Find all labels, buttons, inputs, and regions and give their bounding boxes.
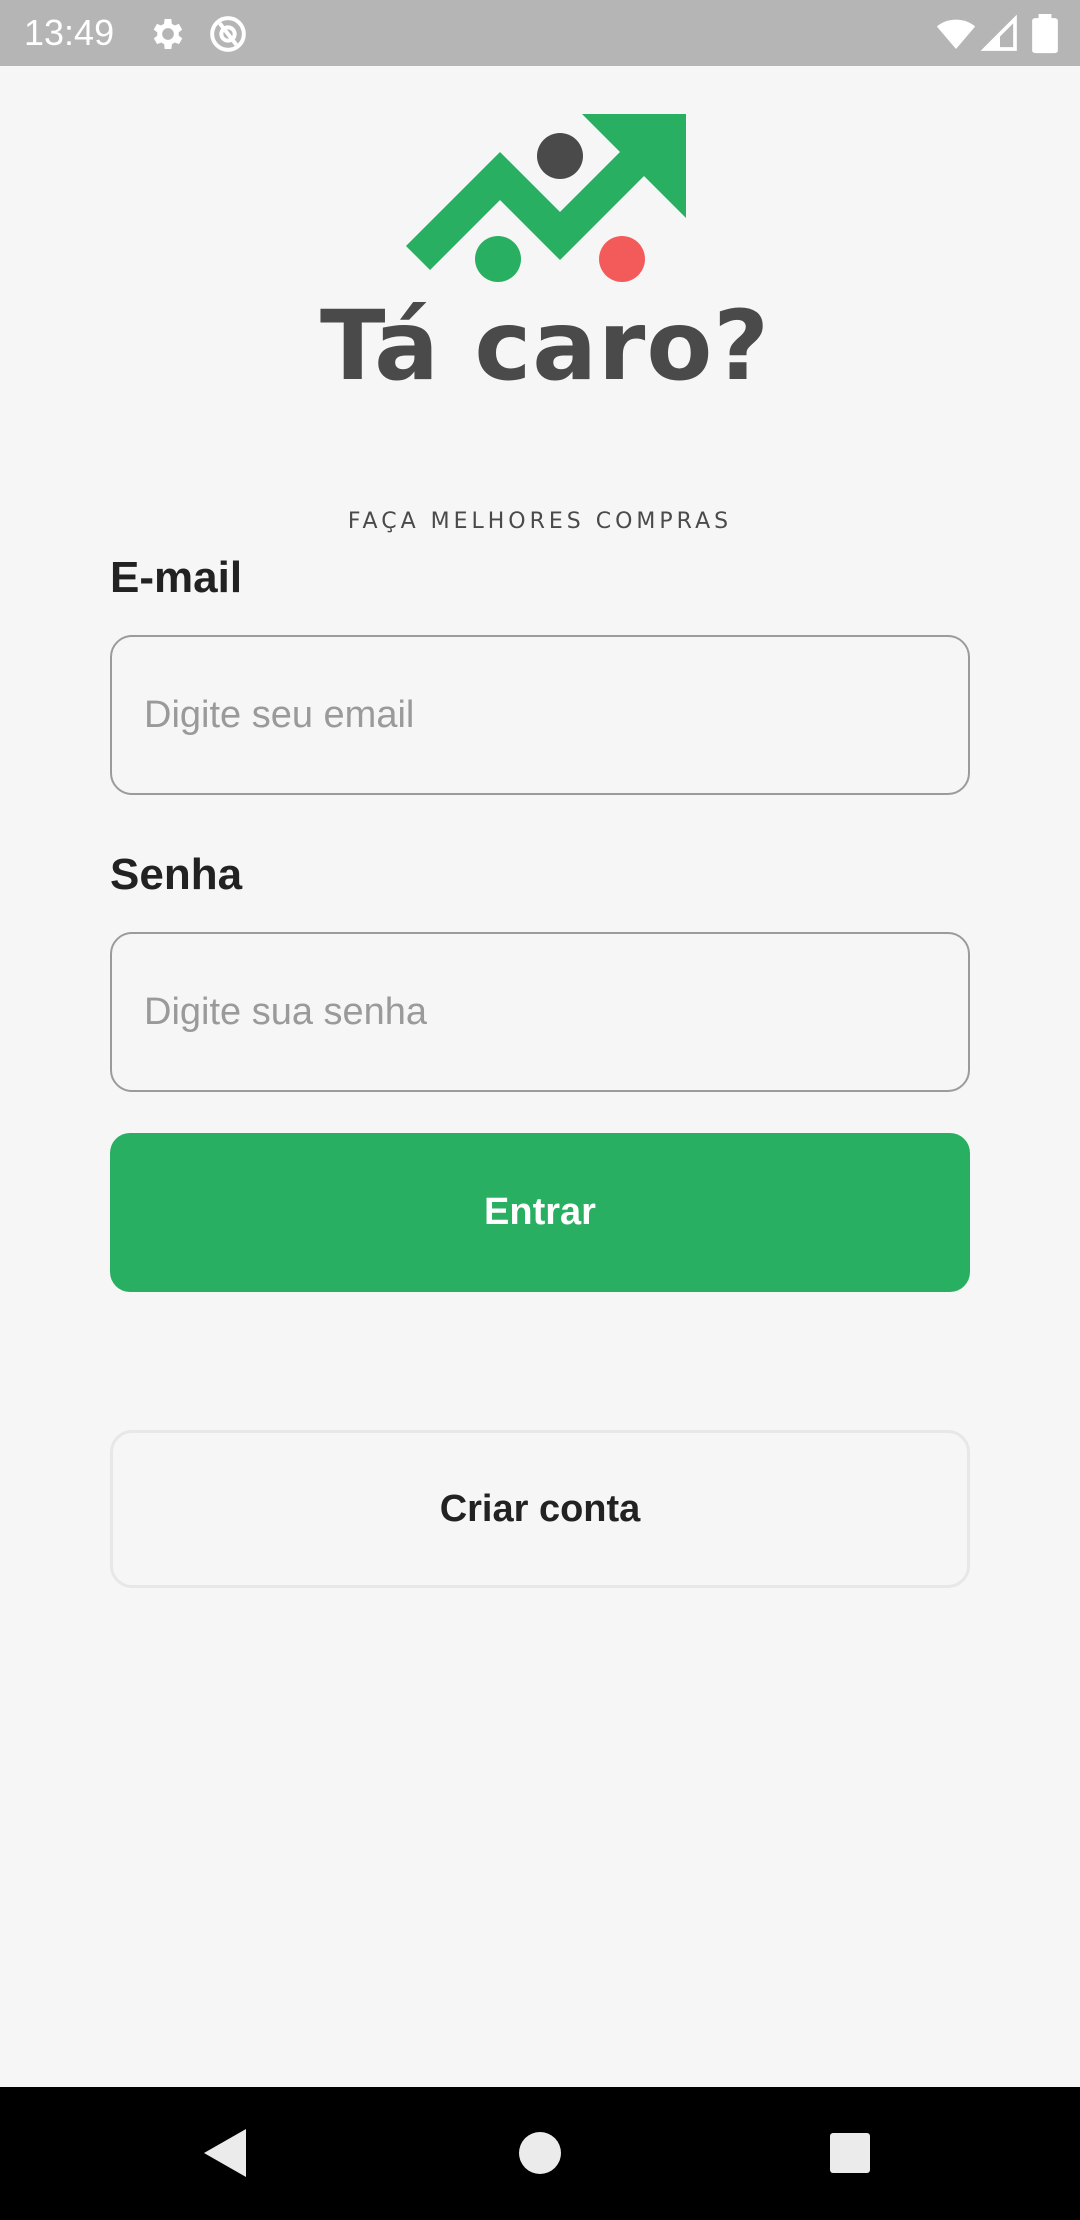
recents-icon[interactable] [820, 2123, 880, 2183]
login-screen: 13:49 Tá caro? FAÇA MELHORES COMPRAS E-m… [0, 0, 1080, 2220]
battery-icon [1030, 14, 1060, 54]
signal-icon [980, 14, 1020, 54]
password-field[interactable] [110, 932, 970, 1092]
email-field[interactable] [110, 635, 970, 795]
logo-title: Tá caro? [320, 290, 770, 402]
wifi-icon [936, 14, 976, 54]
login-button[interactable]: Entrar [110, 1133, 970, 1292]
password-label: Senha [110, 850, 243, 899]
app-logo: Tá caro? FAÇA MELHORES COMPRAS [320, 108, 770, 534]
navigation-bar [0, 2087, 1080, 2220]
email-label: E-mail [110, 553, 243, 602]
gear-icon [148, 14, 188, 54]
back-icon[interactable] [196, 2123, 256, 2183]
create-account-button[interactable]: Criar conta [110, 1430, 970, 1588]
at-sign-icon [208, 14, 248, 54]
status-time: 13:49 [24, 12, 115, 53]
status-bar: 13:49 [0, 0, 1080, 66]
home-icon[interactable] [510, 2123, 570, 2183]
logo-tagline: FAÇA MELHORES COMPRAS [347, 509, 733, 534]
trend-arrow-icon [320, 108, 760, 298]
